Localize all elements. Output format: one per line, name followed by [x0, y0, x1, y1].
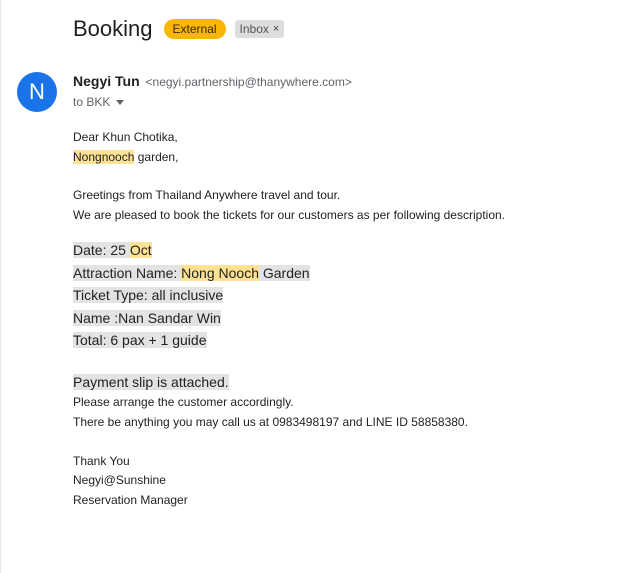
inbox-label-text: Inbox [239, 22, 269, 36]
left-border [0, 0, 1, 573]
garden-rest: garden, [134, 149, 179, 164]
recipient-text: to BKK [73, 95, 111, 109]
sender-name[interactable]: Negyi Tun [73, 73, 140, 89]
arrange-line: Please arrange the customer accordingly. [73, 395, 294, 410]
total-line: Total: 6 pax + 1 guide [73, 329, 613, 352]
payment-line: Payment slip is attached. [73, 371, 613, 394]
role-line: Reservation Manager [73, 492, 188, 507]
email-body: Dear Khun Chotika, Nongnooch garden, Gre… [73, 128, 613, 510]
greeting-line: Dear Khun Chotika, [73, 130, 178, 144]
date-line: Date: 25 Oct [73, 239, 613, 262]
garden-name-highlight: Nongnooch [73, 149, 135, 164]
attraction-name-highlight: Nong Nooch [181, 264, 259, 281]
total-text: Total: 6 pax + 1 guide [73, 332, 207, 349]
attraction-line: Attraction Name: Nong Nooch Garden [73, 262, 613, 285]
attraction-rest: Garden [258, 264, 310, 281]
name-line: Name :Nan Sandar Win [73, 307, 613, 330]
email-subject: Booking [73, 16, 153, 41]
signature-line: Negyi@Sunshine [73, 473, 166, 488]
garden-line: Nongnooch garden, [73, 148, 613, 168]
thanks-line: Thank You [73, 453, 130, 468]
contact-line: There be anything you may call us at 098… [73, 414, 468, 429]
remove-label-icon[interactable]: × [273, 21, 279, 37]
intro-line-2: We are pleased to book the tickets for o… [73, 207, 505, 222]
sender-email: <negyi.partnership@thanywhere.com> [145, 75, 352, 89]
recipient-line: to BKK [73, 95, 125, 109]
date-label: Date: 25 [73, 242, 130, 259]
date-month-highlight: Oct [129, 242, 152, 259]
subject-row: Booking External Inbox × [73, 16, 285, 42]
sender-line: Negyi Tun <negyi.partnership@thanywhere.… [73, 73, 352, 89]
attraction-label: Attraction Name: [73, 264, 182, 281]
payment-text: Payment slip is attached. [73, 373, 229, 390]
name-text: Name :Nan Sandar Win [73, 309, 221, 326]
ticket-type-text: Ticket Type: all inclusive [73, 287, 224, 304]
avatar-letter: N [29, 79, 45, 104]
external-label-badge[interactable]: External [163, 19, 226, 39]
ticket-type-line: Ticket Type: all inclusive [73, 284, 613, 307]
sender-avatar[interactable]: N [17, 72, 57, 112]
chevron-down-icon[interactable] [116, 99, 125, 105]
inbox-label-badge[interactable]: Inbox × [234, 20, 285, 38]
intro-line-1: Greetings from Thailand Anywhere travel … [73, 188, 341, 203]
